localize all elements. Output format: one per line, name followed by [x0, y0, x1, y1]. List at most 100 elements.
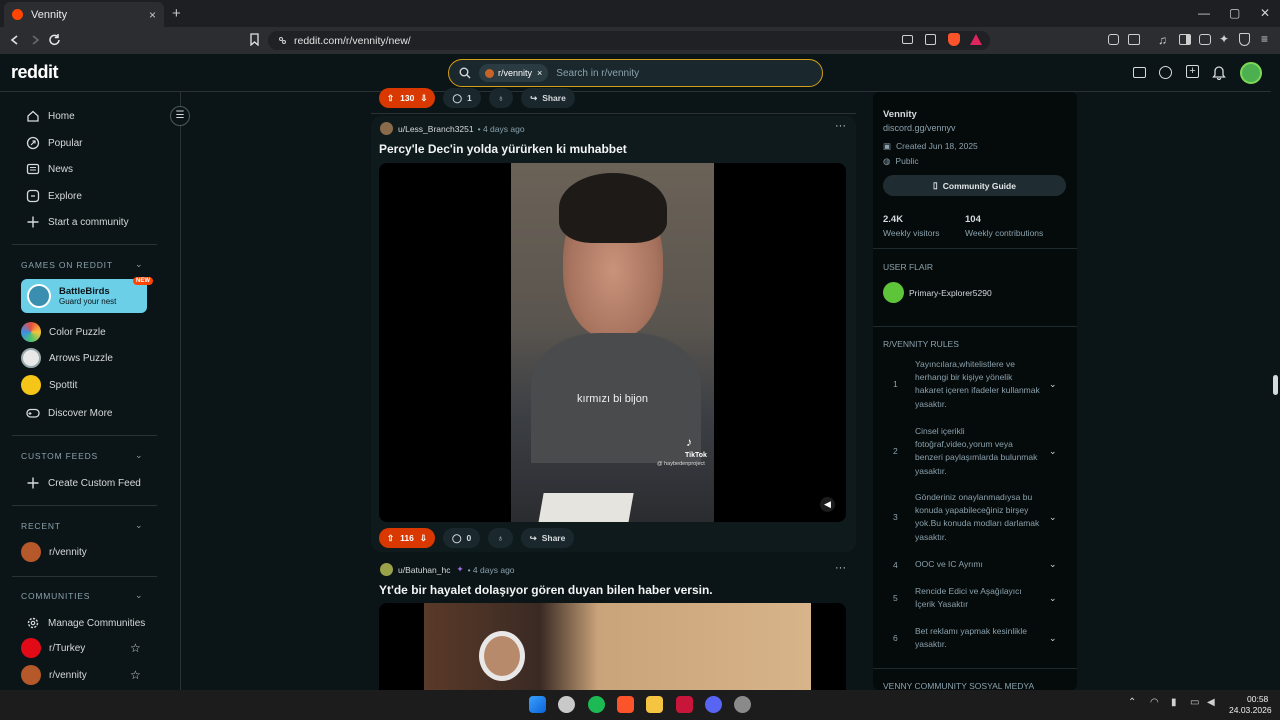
award-button[interactable]: ♁	[488, 528, 513, 548]
search-scope-chip[interactable]: r/vennity ×	[479, 64, 549, 82]
reddit-logo[interactable]: reddit	[11, 62, 59, 83]
brave-icon[interactable]	[617, 696, 634, 713]
game-arrows-puzzle[interactable]: Arrows Puzzle	[21, 348, 113, 368]
user-flair-name[interactable]: Primary-Explorer5290	[909, 288, 992, 298]
comments-button[interactable]: ◯ 0	[442, 528, 481, 548]
upvote-icon[interactable]: ⇧	[387, 93, 394, 104]
show-hidden-icons[interactable]: ⌃	[1128, 697, 1136, 708]
music-icon[interactable]: ♫	[1158, 33, 1167, 47]
share-button[interactable]: ↪ Share	[520, 528, 575, 548]
award-button[interactable]: ♁	[488, 88, 514, 108]
post-options-icon[interactable]: ···	[835, 562, 846, 574]
chevron-down-icon[interactable]: ⌄	[1049, 593, 1057, 604]
upvote-icon[interactable]: ⇧	[387, 533, 394, 544]
leo-ai-icon[interactable]: ✦	[1219, 32, 1229, 46]
headset-icon[interactable]: ◠	[1150, 697, 1159, 708]
manage-communities[interactable]: Manage Communities	[26, 616, 145, 630]
nav-home[interactable]: Home	[26, 109, 75, 123]
extensions-icon[interactable]	[1108, 34, 1119, 45]
cast-icon[interactable]	[902, 35, 913, 44]
sidebar-toggle-icon[interactable]	[1179, 34, 1191, 45]
chevron-down-icon[interactable]: ⌄	[1049, 633, 1057, 644]
author-avatar[interactable]	[380, 122, 393, 135]
chevron-down-icon[interactable]: ⌄	[1049, 512, 1057, 523]
custom-feeds-header[interactable]: CUSTOM FEEDS	[21, 451, 98, 461]
share-button[interactable]: ↪ Share	[521, 88, 575, 108]
wallet-icon[interactable]	[1199, 34, 1211, 45]
advertise-icon[interactable]	[1133, 67, 1146, 78]
downvote-icon[interactable]: ⇩	[420, 533, 427, 544]
post-title[interactable]: Percy'le Dec'in yolda yürürken ki muhabb…	[379, 142, 627, 156]
notifications-icon[interactable]	[1212, 65, 1226, 80]
volume-icon[interactable]: ◀	[820, 497, 835, 512]
chevron-down-icon[interactable]: ⌄	[135, 259, 143, 270]
rule-item[interactable]: 6 Bet reklamı yapmak kesinlikle yasaktır…	[893, 625, 1063, 651]
back-icon[interactable]	[9, 34, 21, 46]
clock-time[interactable]: 00:58	[1247, 694, 1268, 704]
tab-close-icon[interactable]: ×	[149, 8, 156, 22]
start-icon[interactable]	[529, 696, 546, 713]
address-bar[interactable]: reddit.com/r/vennity/new/	[268, 31, 990, 50]
battlebirds-game-card[interactable]: BattleBirds Guard your nest	[21, 279, 147, 313]
author-name[interactable]: u/Batuhan_hc	[398, 565, 450, 575]
window-close-button[interactable]: ✕	[1260, 6, 1270, 20]
brave-shield-icon[interactable]	[948, 33, 960, 46]
rule-item[interactable]: 1 Yayıncılara,whitelistlere ve herhangi …	[893, 358, 1063, 411]
games-section-header[interactable]: GAMES ON REDDIT	[21, 260, 113, 270]
chevron-down-icon[interactable]: ⌄	[135, 450, 143, 461]
downvote-icon[interactable]: ⇩	[420, 93, 427, 104]
maximize-button[interactable]: ▢	[1229, 6, 1240, 20]
vpn-icon[interactable]	[1239, 33, 1250, 46]
post-title[interactable]: Yt'de bir hayalet dolaşıyor gören duyan …	[379, 583, 713, 597]
create-custom-feed[interactable]: Create Custom Feed	[26, 476, 141, 490]
rule-item[interactable]: 5 Rencide Edici ve Aşağılayıcı İçerik Ya…	[893, 585, 1063, 611]
nav-news[interactable]: News	[26, 162, 73, 176]
community-vennity[interactable]: r/vennity	[21, 665, 87, 685]
communities-header[interactable]: COMMUNITIES	[21, 591, 90, 601]
collapse-sidebar-icon[interactable]: ☰	[170, 106, 190, 126]
forward-icon[interactable]	[29, 34, 41, 46]
search-taskbar-icon[interactable]	[558, 696, 575, 713]
post-media[interactable]	[379, 603, 846, 690]
comments-button[interactable]: ◯ 1	[443, 88, 481, 108]
clock-date[interactable]: 24.03.2026	[1229, 705, 1272, 715]
search-input[interactable]: Search in r/vennity	[556, 68, 639, 79]
nav-popular[interactable]: Popular	[26, 136, 82, 150]
spotify-icon[interactable]	[588, 696, 605, 713]
community-guide-button[interactable]: ▯ Community Guide	[883, 175, 1066, 196]
favorite-star-icon[interactable]: ☆	[130, 668, 141, 682]
app-icon[interactable]	[676, 696, 693, 713]
vote-button[interactable]: ⇧ 116 ⇩	[379, 528, 435, 548]
video-player[interactable]: kırmızı bi bijon ♪ TikTok @ haybedenproj…	[379, 163, 846, 522]
tab-search-icon[interactable]	[1128, 34, 1140, 45]
menu-icon[interactable]: ≡	[1261, 32, 1268, 46]
search-bar[interactable]: r/vennity × Search in r/vennity	[448, 59, 823, 87]
bookmark-icon[interactable]	[249, 33, 260, 46]
chevron-down-icon[interactable]: ⌄	[135, 590, 143, 601]
share-page-icon[interactable]	[925, 34, 936, 45]
user-avatar[interactable]	[1240, 62, 1262, 84]
vote-button[interactable]: ⇧ 130 ⇩	[379, 88, 436, 108]
rule-item[interactable]: 3 Gönderiniz onaylanmadıysa bu konuda ya…	[893, 491, 1063, 544]
reload-icon[interactable]	[48, 33, 61, 46]
author-name[interactable]: u/Less_Branch3251	[398, 124, 474, 134]
remove-scope-icon[interactable]: ×	[537, 68, 542, 78]
chat-icon[interactable]	[1159, 66, 1172, 79]
network-icon[interactable]: ▭	[1190, 697, 1199, 708]
rule-item[interactable]: 2 Cinsel içerikli fotoğraf,video,yorum v…	[893, 425, 1063, 478]
rule-item[interactable]: 4 OOC ve IC Ayrımı ⌄	[893, 558, 1063, 571]
browser-tab[interactable]: Vennity ×	[4, 2, 164, 27]
site-info-icon[interactable]	[278, 36, 287, 45]
chevron-down-icon[interactable]: ⌄	[1049, 559, 1057, 570]
discord-icon[interactable]	[705, 696, 722, 713]
scrollbar-thumb[interactable]	[1273, 375, 1278, 395]
game-spottit[interactable]: Spottit	[21, 375, 77, 395]
author-avatar[interactable]	[380, 563, 393, 576]
volume-tray-icon[interactable]: ◀	[1207, 697, 1215, 708]
community-turkey[interactable]: r/Turkey	[21, 638, 85, 658]
recent-header[interactable]: RECENT	[21, 521, 61, 531]
discover-more-games[interactable]: Discover More	[26, 406, 112, 420]
steam-icon[interactable]	[734, 696, 751, 713]
recent-vennity[interactable]: r/vennity	[21, 542, 87, 562]
brave-rewards-icon[interactable]	[970, 34, 982, 45]
